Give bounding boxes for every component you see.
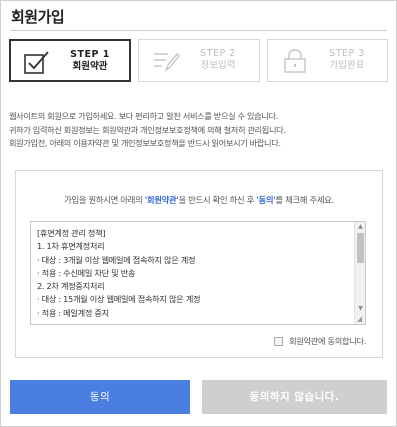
agree-checkbox-row[interactable]: 회원약관에 동의합니다. [274, 335, 366, 347]
terms-line: · 대상 : 3개월 이상 웹메일에 접속하지 않은 계정 [37, 254, 196, 265]
intro-line: 회원가입전, 아래의 이용자약관 및 개인정보보호정책을 반드시 읽어보시기 바… [9, 138, 281, 148]
intro-line: 웹사이트의 회원으로 가입하세요. 보다 편리하고 알찬 서비스를 받으실 수 … [9, 111, 278, 121]
page-title: 회원가입 [11, 8, 65, 26]
terms-content: [휴면계정 관리 정책] 1. 1차 휴면계정처리 · 대상 : 3개월 이상 … [37, 227, 351, 320]
terms-line: · 적용 : 메일계정 중지 [37, 307, 109, 318]
instruction-prefix: 가입을 원하시면 아래의 [64, 195, 145, 205]
terms-line: · 대상 : 15개월 이상 웹메일에 접속하지 않은 계정 [37, 294, 201, 305]
terms-textarea[interactable]: [휴면계정 관리 정책] 1. 1차 휴면계정처리 · 대상 : 3개월 이상 … [30, 221, 366, 325]
terms-line: · 적용 : 수신메일 차단 및 반송 [37, 267, 136, 278]
terms-panel: 가입을 원하시면 아래의 '회원약관'을 반드시 확인 하신 후 '동의'를 체… [15, 170, 383, 358]
scroll-up-arrow-icon[interactable]: ▲ [355, 222, 365, 232]
intro-description: 웹사이트의 회원으로 가입하세요. 보다 편리하고 알찬 서비스를 받으실 수 … [9, 110, 389, 151]
instruction-middle: 을 반드시 확인 하신 후 [178, 195, 257, 205]
form-pencil-icon [154, 53, 180, 72]
step-2-number: STEP 2 [200, 48, 236, 59]
step-2: STEP 2 정보입력 [138, 39, 260, 82]
step-3-number: STEP 3 [329, 48, 365, 59]
checkbox-check-icon [24, 51, 49, 74]
terms-link: '회원약관' [144, 195, 179, 205]
terms-scrollbar[interactable]: ▲ ▼ [354, 222, 365, 324]
agree-checkbox-label[interactable]: 회원약관에 동의합니다. [289, 335, 366, 347]
scroll-thumb[interactable] [357, 233, 364, 263]
agree-checkbox[interactable] [274, 336, 284, 346]
step-3: STEP 3 가입완료 [267, 39, 388, 82]
agree-button[interactable]: 동의 [10, 380, 190, 414]
agree-word: '동의' [256, 195, 276, 205]
intro-line: 귀하가 입력하신 회원정보는 회원약관과 개인정보보호정책에 의해 철저히 관리… [9, 124, 286, 135]
terms-line: [휴면계정 관리 정책] [37, 228, 106, 238]
lock-icon [284, 49, 306, 73]
instruction-suffix: 를 체크해 주세요. [275, 195, 334, 205]
title-divider [11, 30, 387, 31]
step-1: STEP 1 회원약관 [9, 39, 131, 82]
terms-instruction: 가입을 원하시면 아래의 '회원약관'을 반드시 확인 하신 후 '동의'를 체… [16, 194, 382, 206]
step-indicator: STEP 1 회원약관 STEP 2 정보입력 STEP 3 가입완료 [9, 39, 388, 83]
step-1-label: 회원약관 [72, 61, 108, 72]
step-1-number: STEP 1 [70, 49, 110, 60]
scroll-down-arrow-icon[interactable]: ▼ [355, 304, 365, 314]
resize-grip-icon[interactable]: ◢ [354, 314, 365, 324]
step-2-label: 정보입력 [200, 60, 236, 71]
disagree-button[interactable]: 동의하지 않습니다. [202, 380, 387, 414]
terms-line: 1. 1차 휴면계정처리 [37, 241, 105, 252]
step-3-label: 가입완료 [329, 60, 365, 71]
terms-line: 2. 2차 계정중지처리 [37, 281, 105, 292]
